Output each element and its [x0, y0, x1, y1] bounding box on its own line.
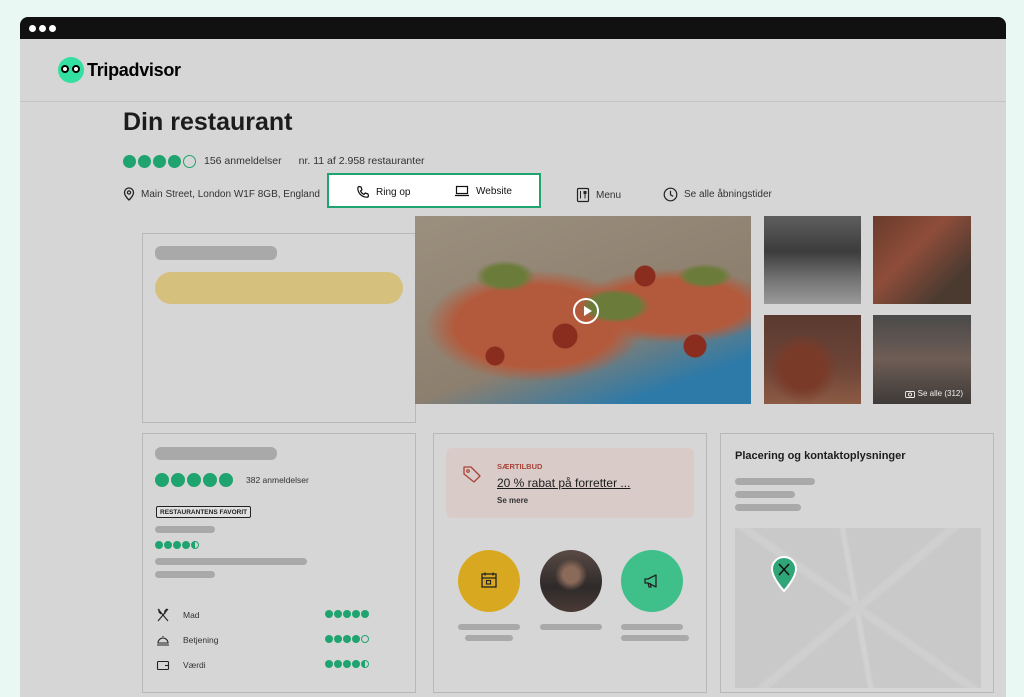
favorite-badge: RESTAURANTENS FAVORIT [156, 506, 252, 518]
placeholder-line [540, 624, 602, 630]
megaphone-icon [644, 574, 657, 588]
placeholder-button[interactable] [155, 272, 403, 304]
category-service: Betjening [156, 633, 218, 647]
category-label: Mad [183, 610, 200, 620]
opening-hours-link[interactable]: Se alle åbningstider [663, 187, 772, 202]
rating-bubble-full [187, 473, 201, 487]
placeholder-line [621, 624, 683, 630]
placeholder-line [621, 635, 689, 641]
rating-bubble-full [219, 473, 233, 487]
offers-card: SÆRTILBUD 20 % rabat på forretter ... Se… [433, 433, 707, 693]
placeholder-line [155, 447, 277, 460]
main-photo[interactable] [415, 216, 751, 404]
category-rating-bubbles [325, 635, 370, 643]
reservation-feature[interactable] [458, 550, 520, 612]
rating-bubble-full [138, 154, 151, 168]
calendar-icon [481, 572, 497, 588]
phone-icon [357, 185, 370, 198]
website-button[interactable]: Website [454, 185, 512, 197]
address-link[interactable]: Main Street, London W1F 8GB, England [123, 187, 320, 201]
window-dot[interactable] [49, 25, 56, 32]
photo-thumbnail[interactable]: Se alle (312) [873, 315, 971, 404]
ranking-link[interactable]: nr. 11 af 2.958 restauranter [299, 155, 425, 167]
rating-bubble-full [171, 473, 185, 487]
promotion-feature[interactable] [621, 550, 683, 612]
rating-bubble-empty [183, 154, 196, 168]
tripadvisor-logo[interactable]: Tripadvisor [58, 57, 181, 83]
category-value: Værdi [156, 658, 206, 672]
rating-row: 156 anmeldelser nr. 11 af 2.958 restaura… [123, 153, 425, 169]
owl-logo-icon [58, 57, 84, 83]
opening-hours-label: Se alle åbningstider [684, 189, 772, 200]
placeholder-line [458, 624, 520, 630]
category-rating-bubbles [325, 610, 370, 618]
restaurant-map-pin-icon[interactable] [769, 555, 799, 593]
category-food: Mad [156, 608, 200, 622]
special-offer[interactable]: SÆRTILBUD 20 % rabat på forretter ... Se… [446, 448, 694, 518]
photo-thumbnail[interactable] [873, 216, 971, 304]
placeholder-line [155, 571, 215, 578]
logo-wordmark: Tripadvisor [87, 59, 181, 80]
call-label: Ring op [376, 186, 411, 198]
photo-thumbnail[interactable] [764, 216, 861, 304]
offer-title-link[interactable]: 20 % rabat på forretter ... [497, 476, 630, 490]
website-label: Website [476, 185, 512, 197]
placeholder-card [142, 233, 416, 423]
placeholder-line [155, 526, 215, 533]
placeholder-line [735, 504, 801, 511]
summary-review-count[interactable]: 382 anmeldelser [246, 475, 309, 485]
laptop-icon [455, 185, 469, 197]
browser-titlebar [20, 17, 1006, 39]
call-button[interactable]: Ring op [356, 185, 410, 199]
cloche-icon [157, 636, 169, 646]
offer-label: SÆRTILBUD [497, 462, 543, 471]
window-dot[interactable] [29, 25, 36, 32]
menu-icon [576, 187, 590, 203]
rating-bubble-full [155, 473, 169, 487]
placeholder-line [735, 478, 815, 485]
category-label: Betjening [183, 635, 219, 645]
musician-photo[interactable] [540, 550, 602, 612]
menu-label: Menu [596, 189, 622, 201]
see-all-label: Se alle (312) [917, 389, 963, 398]
location-pin-icon [123, 187, 135, 201]
clock-icon [663, 187, 678, 202]
site-header: Tripadvisor [20, 39, 1006, 102]
rating-bubble-full [123, 154, 136, 168]
info-row: Main Street, London W1F 8GB, England Rin… [123, 173, 973, 208]
tag-icon [463, 466, 481, 483]
location-contact-card: Placering og kontaktoplysninger [720, 433, 994, 693]
menu-link[interactable]: Menu [576, 187, 621, 203]
wallet-icon [156, 660, 170, 671]
page-title: Din restaurant [123, 108, 293, 136]
rating-bubble-full [203, 473, 217, 487]
fork-knife-icon [157, 608, 169, 622]
sub-rating-bubbles [155, 541, 200, 549]
rating-bubble-full [168, 154, 181, 168]
rating-bubble-full [153, 154, 166, 168]
camera-icon [904, 390, 915, 398]
contact-actions-highlight: Ring op Website [327, 173, 541, 208]
play-video-icon[interactable] [573, 298, 599, 324]
summary-rating-row: 382 anmeldelser [155, 473, 309, 487]
photo-thumbnail[interactable] [764, 315, 861, 404]
location-map[interactable] [735, 528, 981, 688]
ratings-summary-card: 382 anmeldelser RESTAURANTENS FAVORIT Ma… [142, 433, 416, 693]
review-count-link[interactable]: 156 anmeldelser [204, 155, 282, 167]
placeholder-line [155, 558, 307, 565]
placeholder-line [465, 635, 513, 641]
window-dot[interactable] [39, 25, 46, 32]
category-label: Værdi [183, 660, 206, 670]
rating-bubbles [123, 154, 198, 168]
address-text: Main Street, London W1F 8GB, England [141, 188, 320, 200]
placeholder-line [735, 491, 795, 498]
placeholder-line [155, 246, 277, 260]
contact-title: Placering og kontaktoplysninger [735, 450, 906, 462]
see-more-link[interactable]: Se mere [497, 496, 528, 505]
category-rating-bubbles [325, 660, 370, 668]
see-all-photos-link[interactable]: Se alle (312) [904, 389, 963, 398]
